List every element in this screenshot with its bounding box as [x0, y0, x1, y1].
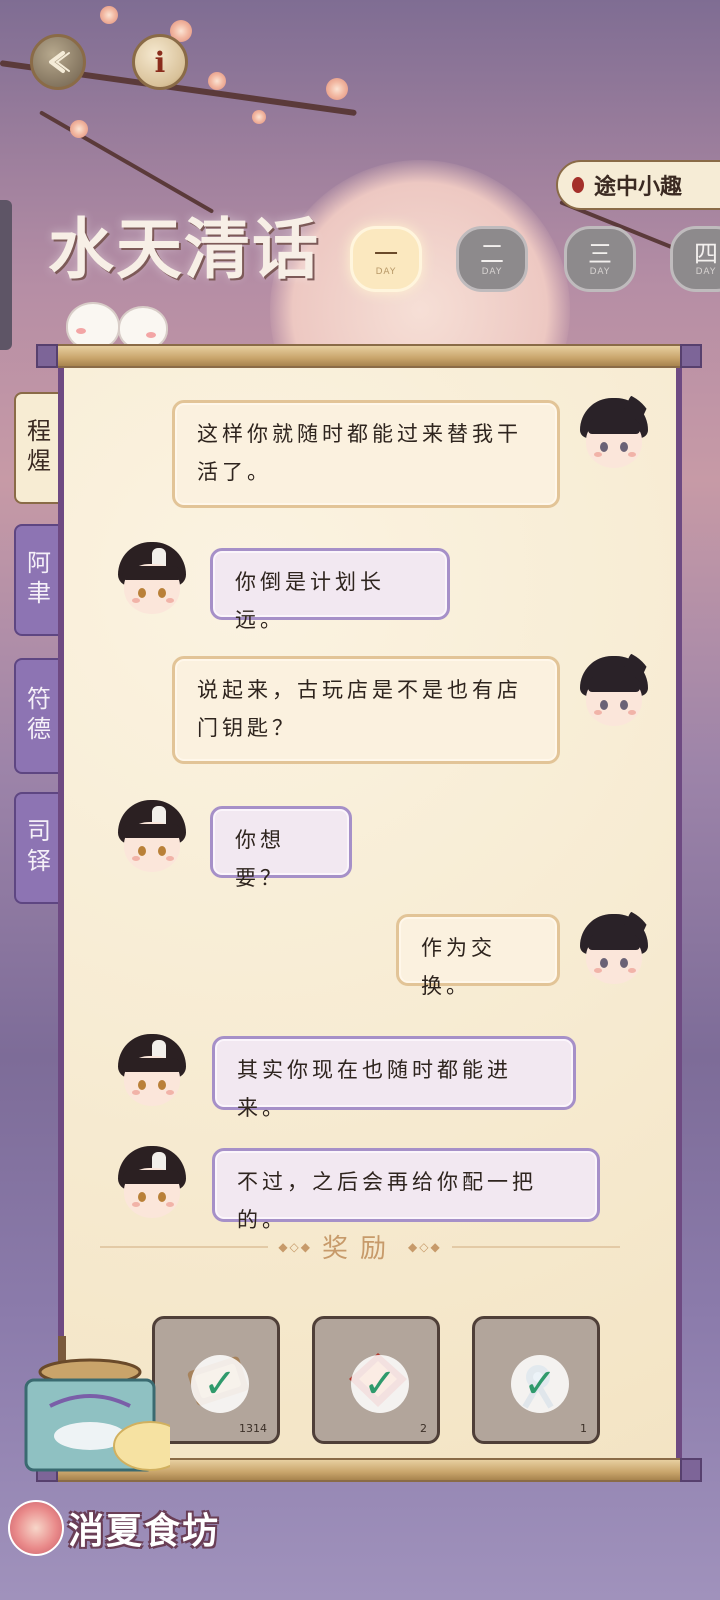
chat-bubble-left: 不过，之后会再给你配一把的。: [212, 1148, 600, 1232]
red-dot-icon: [572, 177, 584, 193]
day-label: DAY: [481, 267, 503, 277]
reward-count: 1: [580, 1422, 587, 1435]
diamond-ornament-icon: ◆◇◆: [278, 1239, 312, 1254]
flower-icon: [8, 1500, 64, 1556]
avatar-ayu: [112, 1030, 192, 1110]
reward-slot-2[interactable]: ✓ 2: [312, 1316, 440, 1444]
day-number: 三: [588, 240, 612, 268]
check-icon: ✓: [351, 1355, 409, 1413]
day-tab-3[interactable]: 三 DAY: [564, 226, 636, 292]
side-tab-ayu[interactable]: 阿聿: [14, 524, 58, 636]
info-button[interactable]: i: [132, 34, 188, 90]
side-tab-siduo[interactable]: 司铎: [14, 792, 58, 904]
blossom-decoration: [100, 6, 118, 24]
avatar-ayu: [112, 538, 192, 618]
reward-title: 奖励: [322, 1234, 399, 1264]
dialogue-scroll: [58, 362, 682, 1460]
kitchen-label[interactable]: 消夏食坊: [8, 1500, 220, 1556]
divider: [451, 1245, 621, 1248]
tuzhong-button[interactable]: 途中小趣: [556, 160, 720, 210]
chat-bubble-left: 其实你现在也随时都能进来。: [212, 1036, 576, 1120]
blossom-decoration: [208, 72, 226, 90]
side-tab-chengxing[interactable]: 程煋: [14, 392, 58, 504]
back-arrow-icon: [49, 51, 70, 73]
day-label: DAY: [695, 267, 717, 277]
side-handle[interactable]: [0, 200, 12, 350]
avatar-chengxing: [574, 908, 654, 988]
day-number: 二: [480, 240, 504, 268]
avatar-ayu: [112, 796, 192, 876]
avatar-ayu: [112, 1142, 192, 1222]
blossom-decoration: [252, 110, 266, 124]
chat-bubble-right: 这样你就随时都能过来替我干活了。: [172, 400, 560, 508]
side-tab-fude[interactable]: 符德: [14, 658, 58, 774]
reward-header: ◆◇◆ 奖励 ◆◇◆: [100, 1228, 621, 1265]
reward-count: 2: [420, 1422, 427, 1435]
chat-bubble-left: 你倒是计划长远。: [210, 548, 450, 632]
day-label: DAY: [589, 267, 611, 277]
day-label: DAY: [375, 267, 397, 277]
check-icon: ✓: [511, 1355, 569, 1413]
diamond-ornament-icon: ◆◇◆: [408, 1239, 442, 1254]
day-number: 一: [374, 240, 398, 268]
chat-bubble-right: 作为交换。: [396, 914, 560, 998]
blossom-decoration: [326, 78, 348, 100]
back-button[interactable]: [30, 34, 86, 90]
reward-slot-1[interactable]: ✓ 1314: [152, 1316, 280, 1444]
info-icon: i: [154, 45, 166, 79]
bird-decoration: [66, 302, 120, 350]
divider: [100, 1245, 269, 1248]
blossom-decoration: [70, 120, 88, 138]
reward-slot-3[interactable]: ✓ 1: [472, 1316, 600, 1444]
day-tab-1[interactable]: 一 DAY: [350, 226, 422, 292]
kitchen-label-text: 消夏食坊: [68, 1511, 221, 1552]
chat-bubble-left: 你想要？: [210, 806, 352, 890]
day-tab-2[interactable]: 二 DAY: [456, 226, 528, 292]
check-icon: ✓: [191, 1355, 249, 1413]
tuzhong-label: 途中小趣: [594, 175, 683, 200]
reward-count: 1314: [239, 1422, 267, 1435]
day-tab-4[interactable]: 四 DAY: [670, 226, 720, 292]
page-title: 水天清话: [48, 210, 320, 288]
day-number: 四: [694, 240, 718, 268]
avatar-chengxing: [574, 650, 654, 730]
game-screen: i 途中小趣 水天清话 一 DAY 二 DAY 三 DAY 四 DAY 程煋 阿…: [0, 0, 720, 1600]
chat-bubble-right: 说起来，古玩店是不是也有店门钥匙？: [172, 656, 560, 764]
avatar-chengxing: [574, 392, 654, 472]
kitchen-shortcut[interactable]: [20, 1336, 187, 1486]
shaved-ice-machine-icon: [24, 1336, 187, 1472]
scroll-top-rod: [36, 344, 702, 368]
